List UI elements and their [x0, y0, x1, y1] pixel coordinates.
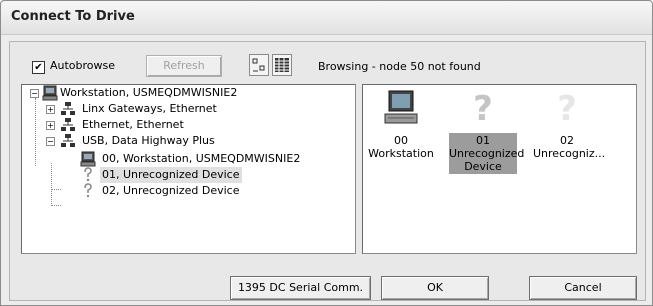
- network-icon: [60, 117, 76, 133]
- question-icon: ?: [473, 89, 493, 129]
- tree-line: [51, 189, 61, 190]
- node-icon-view[interactable]: 00 Workstation ? 01 Unrecognized Device …: [362, 84, 637, 254]
- ok-button[interactable]: OK: [381, 276, 489, 300]
- network-icon: [60, 101, 76, 117]
- small-icons-view-button[interactable]: [249, 54, 269, 76]
- node-name: Workstation: [368, 147, 434, 160]
- tree-item-label: 02, Unrecognized Device: [102, 184, 240, 197]
- question-icon: [80, 183, 96, 199]
- tree-line: [51, 163, 52, 206]
- computer-icon: [381, 89, 421, 129]
- serial-comm-button[interactable]: 1395 DC Serial Comm.: [230, 276, 371, 300]
- small-icons-view-icon: [252, 58, 265, 72]
- dialog-body: ✔ Autobrowse Refresh Browsing - node 50 …: [9, 41, 646, 301]
- connect-to-drive-dialog: Connect To Drive ✔ Autobrowse Refresh Br…: [0, 0, 653, 306]
- tree-item-label: USB, Data Highway Plus: [82, 134, 215, 147]
- tree-item-label: 00, Workstation, USMEQDMWISNIE2: [102, 152, 301, 165]
- tree-item-label: Workstation, USMEQDMWISNIE2: [60, 86, 238, 99]
- network-icon: [60, 133, 76, 149]
- refresh-button[interactable]: Refresh: [146, 55, 222, 77]
- details-view-icon: [275, 58, 289, 72]
- computer-icon: [42, 85, 58, 101]
- computer-icon: [80, 151, 96, 167]
- node-name: Unrecogniz...: [533, 147, 606, 160]
- autobrowse-checkbox[interactable]: ✔: [32, 61, 45, 74]
- autobrowse-label[interactable]: Autobrowse: [50, 59, 115, 72]
- node-name: Unrecognized Device: [449, 147, 525, 173]
- tree-item-label: Ethernet, Ethernet: [82, 118, 184, 131]
- network-tree[interactable]: − Workstation, USMEQDMWISNIE2 + Linx Gat…: [21, 84, 356, 254]
- expand-toggle[interactable]: +: [46, 121, 55, 130]
- node-item[interactable]: 00 Workstation: [367, 89, 435, 161]
- node-number: 02: [560, 134, 574, 147]
- question-icon: ?: [557, 89, 577, 129]
- button-bar: 1395 DC Serial Comm. OK Cancel: [10, 256, 645, 300]
- collapse-toggle[interactable]: −: [30, 89, 39, 98]
- node-item-selected[interactable]: ? 01 Unrecognized Device: [449, 89, 525, 174]
- question-icon: [80, 167, 96, 183]
- browse-status-text: Browsing - node 50 not found: [318, 60, 481, 73]
- tree-line: [35, 98, 36, 166]
- toolbar: ✔ Autobrowse Refresh Browsing - node 50 …: [10, 42, 645, 82]
- node-number: 01: [476, 134, 490, 147]
- tree-line: [51, 205, 61, 206]
- tree-item-label: Linx Gateways, Ethernet: [82, 102, 217, 115]
- expand-toggle[interactable]: +: [46, 105, 55, 114]
- node-item[interactable]: ? 02 Unrecogniz...: [533, 89, 606, 161]
- title-bar[interactable]: Connect To Drive: [1, 1, 652, 35]
- cancel-button[interactable]: Cancel: [529, 276, 637, 300]
- tree-item-label: 01, Unrecognized Device: [100, 167, 242, 183]
- details-view-button[interactable]: [272, 54, 292, 76]
- collapse-toggle[interactable]: −: [46, 137, 55, 146]
- node-number: 00: [394, 134, 408, 147]
- dialog-title: Connect To Drive: [11, 9, 135, 24]
